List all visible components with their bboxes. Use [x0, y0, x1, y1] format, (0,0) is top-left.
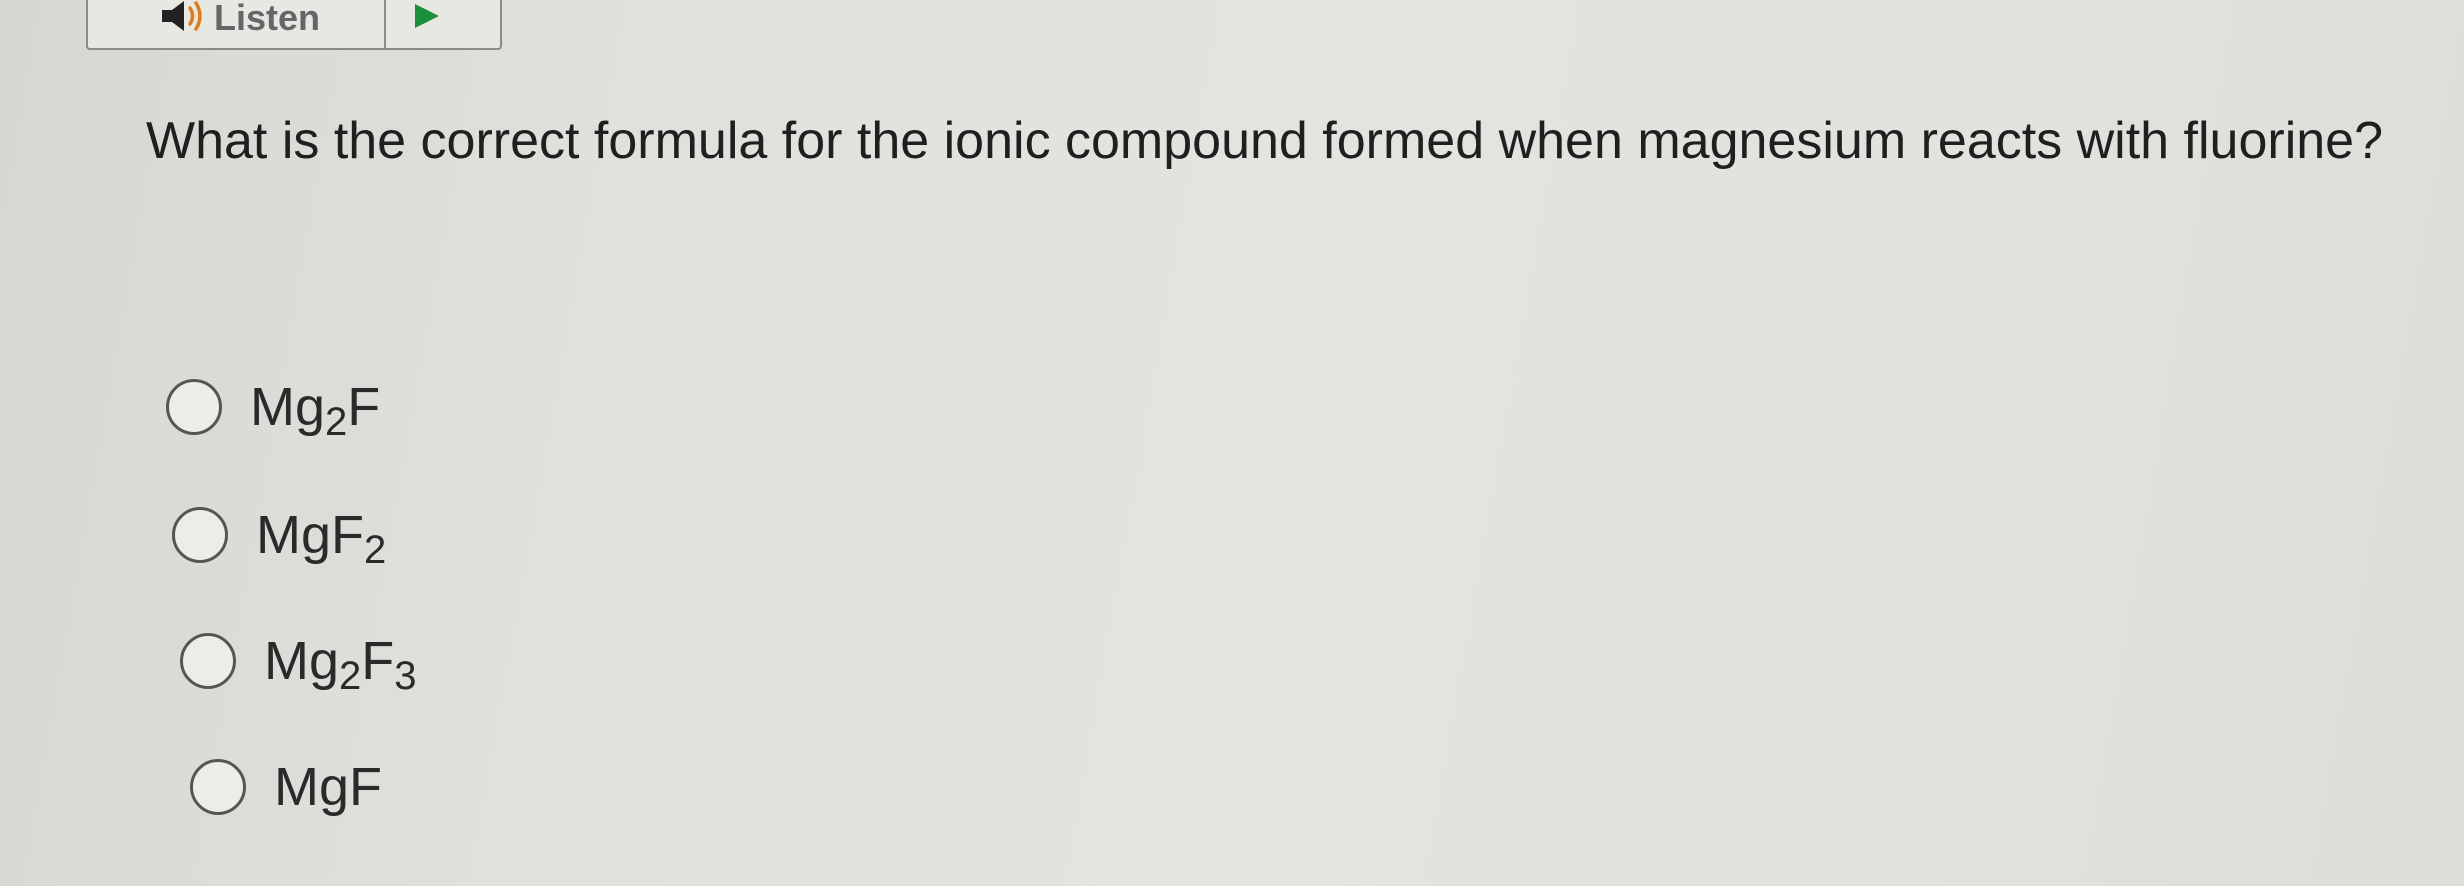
listen-toolbar: Listen — [86, 0, 502, 50]
listen-label: Listen — [214, 0, 321, 38]
question-text: What is the correct formula for the ioni… — [146, 112, 2384, 170]
radio-button[interactable] — [172, 507, 228, 563]
option-mgf[interactable]: MgF — [190, 756, 382, 818]
option-mgf2[interactable]: MgF2 — [172, 504, 387, 572]
speaker-icon — [160, 0, 206, 38]
radio-button[interactable] — [166, 379, 222, 435]
subscript: 2 — [364, 528, 387, 572]
option-label: MgF — [274, 757, 382, 817]
listen-button[interactable]: Listen — [88, 0, 386, 48]
subscript: 2 — [339, 654, 362, 698]
option-mg2f[interactable]: Mg2F — [166, 376, 381, 444]
radio-button[interactable] — [190, 759, 246, 815]
subscript: 3 — [394, 654, 417, 698]
radio-button[interactable] — [180, 633, 236, 689]
play-icon — [412, 1, 442, 36]
play-button[interactable] — [386, 0, 500, 48]
option-label: Mg2F — [250, 377, 381, 444]
option-label: Mg2F3 — [264, 631, 417, 698]
subscript: 2 — [325, 400, 348, 444]
option-label: MgF2 — [256, 505, 387, 572]
option-mg2f3[interactable]: Mg2F3 — [180, 630, 417, 698]
